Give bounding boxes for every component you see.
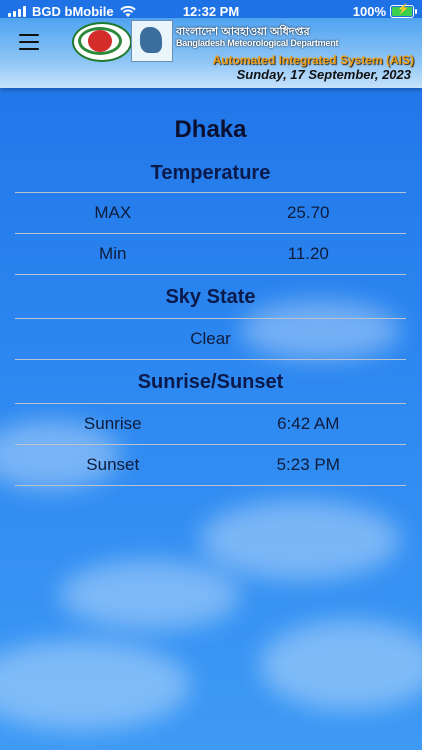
row-label: MAX <box>94 203 132 222</box>
current-date: Sunday, 17 September, 2023 <box>236 67 411 82</box>
weather-panel: Dhaka Temperature MAX 25.70 Min 11.20 Sk… <box>15 100 406 486</box>
government-emblem-logo <box>72 22 132 62</box>
row-value: 11.20 <box>287 244 329 263</box>
department-name-english: Bangladesh Meteorological Department <box>176 38 339 48</box>
sky-state-heading: Sky State <box>165 286 256 308</box>
battery-percent: 100% <box>352 4 386 19</box>
battery-icon: ⚡ <box>390 4 417 18</box>
sunrise-sunset-heading: Sunrise/Sunset <box>137 371 284 393</box>
app-header: বাংলাদেশ আবহাওয়া অধিদপ্তর Bangladesh Me… <box>0 18 422 88</box>
row-label: Min <box>99 244 127 263</box>
row-value: 5:23 PM <box>276 455 340 474</box>
system-name: Automated Integrated System (AIS) <box>212 53 414 67</box>
city-name: Dhaka <box>174 116 247 143</box>
temperature-row-max: MAX 25.70 <box>15 193 406 233</box>
sunset-row: Sunset 5:23 PM <box>15 445 406 485</box>
sky-state-value: Clear <box>190 329 231 348</box>
divider <box>15 274 406 275</box>
row-value: 6:42 AM <box>277 414 340 433</box>
sky-state-row: Clear <box>15 319 406 359</box>
row-label: Sunrise <box>83 414 142 433</box>
row-value: 25.70 <box>286 203 330 222</box>
divider <box>15 485 406 486</box>
menu-icon[interactable] <box>19 34 39 50</box>
row-label: Sunset <box>86 455 140 474</box>
divider <box>15 359 406 360</box>
bmd-logo <box>131 20 173 62</box>
sunrise-row: Sunrise 6:42 AM <box>15 404 406 444</box>
temperature-heading: Temperature <box>150 162 271 184</box>
temperature-row-min: Min 11.20 <box>15 234 406 274</box>
